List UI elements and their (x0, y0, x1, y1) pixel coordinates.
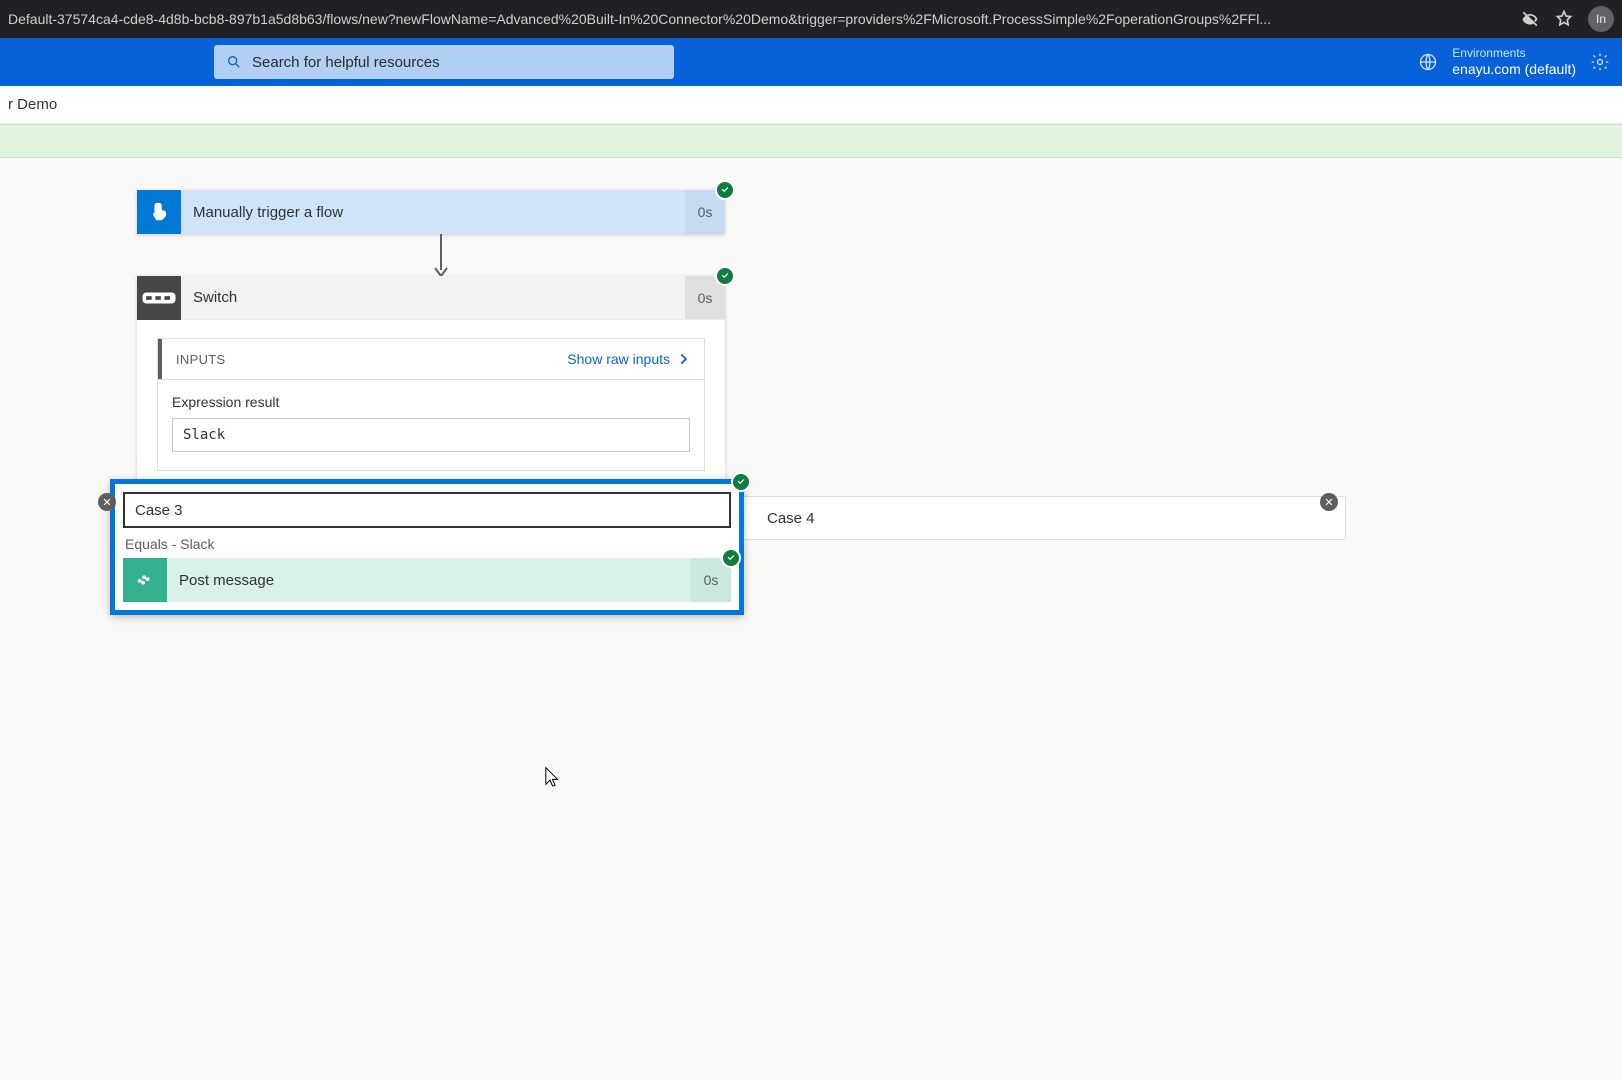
post-message-action[interactable]: Post message 0s (123, 558, 731, 602)
case3-title[interactable]: Case 3 (123, 492, 731, 528)
inputs-label: INPUTS (176, 352, 225, 367)
eye-off-icon[interactable] (1520, 9, 1540, 29)
success-check-icon (721, 548, 741, 568)
browser-url: Default-37574ca4-cde8-4d8b-bcb8-897b1a5d… (8, 11, 1508, 27)
environment-name: enayu.com (default) (1452, 61, 1576, 77)
success-check-icon (731, 472, 751, 492)
post-message-label: Post message (167, 572, 691, 589)
globe-icon[interactable] (1418, 52, 1438, 72)
case3-panel[interactable]: Case 3 Equals - Slack Post message 0s (110, 479, 744, 615)
case4-tab[interactable]: Case 4 (755, 496, 827, 540)
chevron-right-icon (676, 352, 690, 366)
switch-title: Switch (181, 289, 685, 306)
case3-title-text: Case 3 (135, 502, 183, 519)
success-check-icon (715, 180, 735, 200)
star-icon[interactable] (1554, 9, 1574, 29)
slack-icon (123, 558, 167, 602)
switch-card[interactable]: Switch 0s INPUTS Show raw inputs Express… (137, 276, 725, 495)
cursor-icon (540, 766, 560, 792)
browser-profile-avatar[interactable]: In (1588, 6, 1614, 32)
close-icon[interactable]: ✕ (98, 493, 116, 511)
touch-icon (137, 190, 181, 234)
app-topbar: Search for helpful resources Environment… (0, 38, 1622, 86)
case3-subtitle: Equals - Slack (125, 536, 729, 552)
environment-picker[interactable]: Environments enayu.com (default) (1452, 47, 1576, 77)
trigger-title: Manually trigger a flow (181, 204, 685, 221)
breadcrumb: r Demo (0, 86, 1622, 124)
search-icon (226, 54, 242, 70)
gear-icon[interactable] (1590, 52, 1610, 72)
success-banner (0, 124, 1622, 158)
success-check-icon (715, 266, 735, 286)
show-raw-inputs-text: Show raw inputs (567, 351, 670, 367)
search-input[interactable]: Search for helpful resources (214, 45, 674, 79)
show-raw-inputs-link[interactable]: Show raw inputs (567, 351, 690, 367)
page-title: r Demo (8, 96, 57, 113)
expression-result-label: Expression result (172, 394, 690, 410)
switch-icon (137, 276, 181, 320)
search-placeholder: Search for helpful resources (252, 54, 440, 71)
environment-label: Environments (1452, 47, 1576, 61)
expression-result-value: Slack (172, 418, 690, 452)
browser-address-bar: Default-37574ca4-cde8-4d8b-bcb8-897b1a5d… (0, 0, 1622, 38)
close-icon[interactable]: ✕ (1320, 493, 1338, 511)
flow-arrow-icon (431, 234, 433, 278)
browser-profile-initial: In (1596, 12, 1606, 26)
trigger-card[interactable]: Manually trigger a flow 0s (137, 190, 725, 234)
case4-title: Case 4 (767, 510, 815, 527)
